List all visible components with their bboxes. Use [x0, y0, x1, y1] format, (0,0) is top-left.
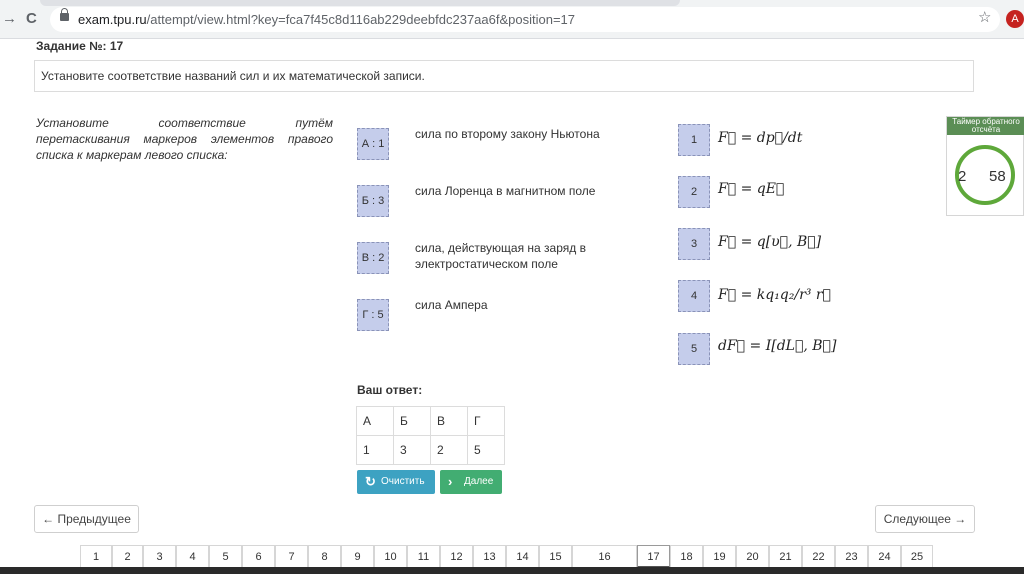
address-bar[interactable]: exam.tpu.ru/attempt/view.html?key=fca7f4… [50, 7, 1000, 32]
next-button-label: Далее [464, 476, 494, 487]
answer-header-cell: А [356, 406, 394, 436]
left-marker-a[interactable]: А : 1 [357, 128, 389, 160]
page-link[interactable]: 22 [802, 545, 835, 569]
next-question-button[interactable]: Следующее → [875, 505, 975, 533]
page-link[interactable]: 25 [901, 545, 933, 569]
page-link[interactable]: 19 [703, 545, 736, 569]
page-link[interactable]: 13 [473, 545, 506, 569]
page-link[interactable]: 3 [143, 545, 176, 569]
page-link-current[interactable]: 17 [637, 545, 670, 569]
answer-label: Ваш ответ: [357, 383, 423, 397]
answer-header-cell: В [430, 406, 468, 436]
formula-3: F⃗ = q[υ⃗, B⃗] [718, 234, 822, 250]
next-button[interactable]: › Далее [440, 470, 502, 494]
url-text: exam.tpu.ru/attempt/view.html?key=fca7f4… [78, 12, 575, 27]
browser-tab-strip [40, 0, 680, 6]
question-instructions: Установите соответствие путём перетаскив… [36, 116, 333, 162]
right-marker-5[interactable]: 5 [678, 333, 710, 365]
answer-header-cell: Б [393, 406, 431, 436]
formula-2: F⃗ = qE⃗ [718, 181, 785, 197]
formula-4: F⃗ = kq₁q₂/r³ r⃗ [718, 287, 831, 303]
answer-table: А Б В Г 1 3 2 5 [356, 406, 505, 465]
answer-value-cell: 3 [393, 435, 431, 465]
lock-icon [60, 8, 69, 21]
timer-seconds: 58 [989, 168, 1006, 185]
profile-avatar[interactable]: A [1006, 10, 1024, 28]
left-marker-v[interactable]: В : 2 [357, 242, 389, 274]
answer-value-cell: 1 [356, 435, 394, 465]
page-link[interactable]: 21 [769, 545, 802, 569]
page-link[interactable]: 16 [572, 545, 637, 569]
page-link[interactable]: 4 [176, 545, 209, 569]
page-link[interactable]: 24 [868, 545, 901, 569]
countdown-timer: Таймер обратного отсчёта [946, 116, 1024, 216]
clear-button[interactable]: ↻ Очистить [357, 470, 435, 494]
page-link[interactable]: 12 [440, 545, 473, 569]
answer-value-row: 1 3 2 5 [356, 435, 505, 465]
refresh-icon: ↻ [365, 474, 376, 489]
question-label: Задание №: [36, 39, 107, 53]
url-path: /attempt/view.html?key=fca7f45c8d116ab22… [146, 12, 576, 27]
page-link[interactable]: 9 [341, 545, 374, 569]
answer-header-cell: Г [467, 406, 505, 436]
formula-5: dF⃗ = I[dL⃗, B⃗] [718, 338, 837, 354]
left-item-text: сила по второму закону Ньютона [415, 127, 600, 141]
page-link[interactable]: 10 [374, 545, 407, 569]
bookmark-star-icon[interactable]: ☆ [978, 8, 991, 26]
left-item-text: сила Ампера [415, 298, 488, 312]
right-marker-4[interactable]: 4 [678, 280, 710, 312]
page-link[interactable]: 14 [506, 545, 539, 569]
timer-minutes: 2 [958, 168, 967, 185]
left-marker-g[interactable]: Г : 5 [357, 299, 389, 331]
answer-value-cell: 2 [430, 435, 468, 465]
page-link[interactable]: 1 [80, 545, 112, 569]
previous-question-button[interactable]: ← Предыдущее [34, 505, 139, 533]
page-link[interactable]: 7 [275, 545, 308, 569]
url-host: exam.tpu.ru [78, 12, 147, 27]
page-link[interactable]: 15 [539, 545, 572, 569]
formula-1: F⃗ = dp⃗/dt [718, 130, 803, 146]
clear-button-label: Очистить [381, 476, 425, 487]
right-marker-1[interactable]: 1 [678, 124, 710, 156]
page-link[interactable]: 5 [209, 545, 242, 569]
page-link[interactable]: 11 [407, 545, 440, 569]
browser-toolbar: → C exam.tpu.ru/attempt/view.html?key=fc… [0, 0, 1024, 39]
page-link[interactable]: 8 [308, 545, 341, 569]
left-item-text: сила Лоренца в магнитном поле [415, 184, 596, 198]
os-taskbar [0, 567, 1024, 574]
right-marker-3[interactable]: 3 [678, 228, 710, 260]
page-link[interactable]: 23 [835, 545, 868, 569]
question-number: 17 [109, 39, 124, 53]
timer-title: Таймер обратного отсчёта [947, 117, 1024, 135]
left-marker-b[interactable]: Б : 3 [357, 185, 389, 217]
chevron-right-icon: › [448, 474, 453, 489]
answer-value-cell: 5 [467, 435, 505, 465]
page-link[interactable]: 18 [670, 545, 703, 569]
left-item-text: сила, действующая на заряд в электростат… [415, 241, 586, 271]
question-text: Установите соответствие названий сил и и… [41, 69, 425, 83]
reload-icon[interactable]: C [26, 10, 37, 28]
back-arrow-icon[interactable]: → [2, 10, 17, 28]
question-title: Задание №: 17 [36, 39, 123, 53]
answer-header-row: А Б В Г [356, 406, 505, 436]
right-marker-2[interactable]: 2 [678, 176, 710, 208]
page-link[interactable]: 20 [736, 545, 769, 569]
question-text-box: Установите соответствие названий сил и и… [34, 60, 974, 92]
page-link[interactable]: 2 [112, 545, 143, 569]
page-link[interactable]: 6 [242, 545, 275, 569]
